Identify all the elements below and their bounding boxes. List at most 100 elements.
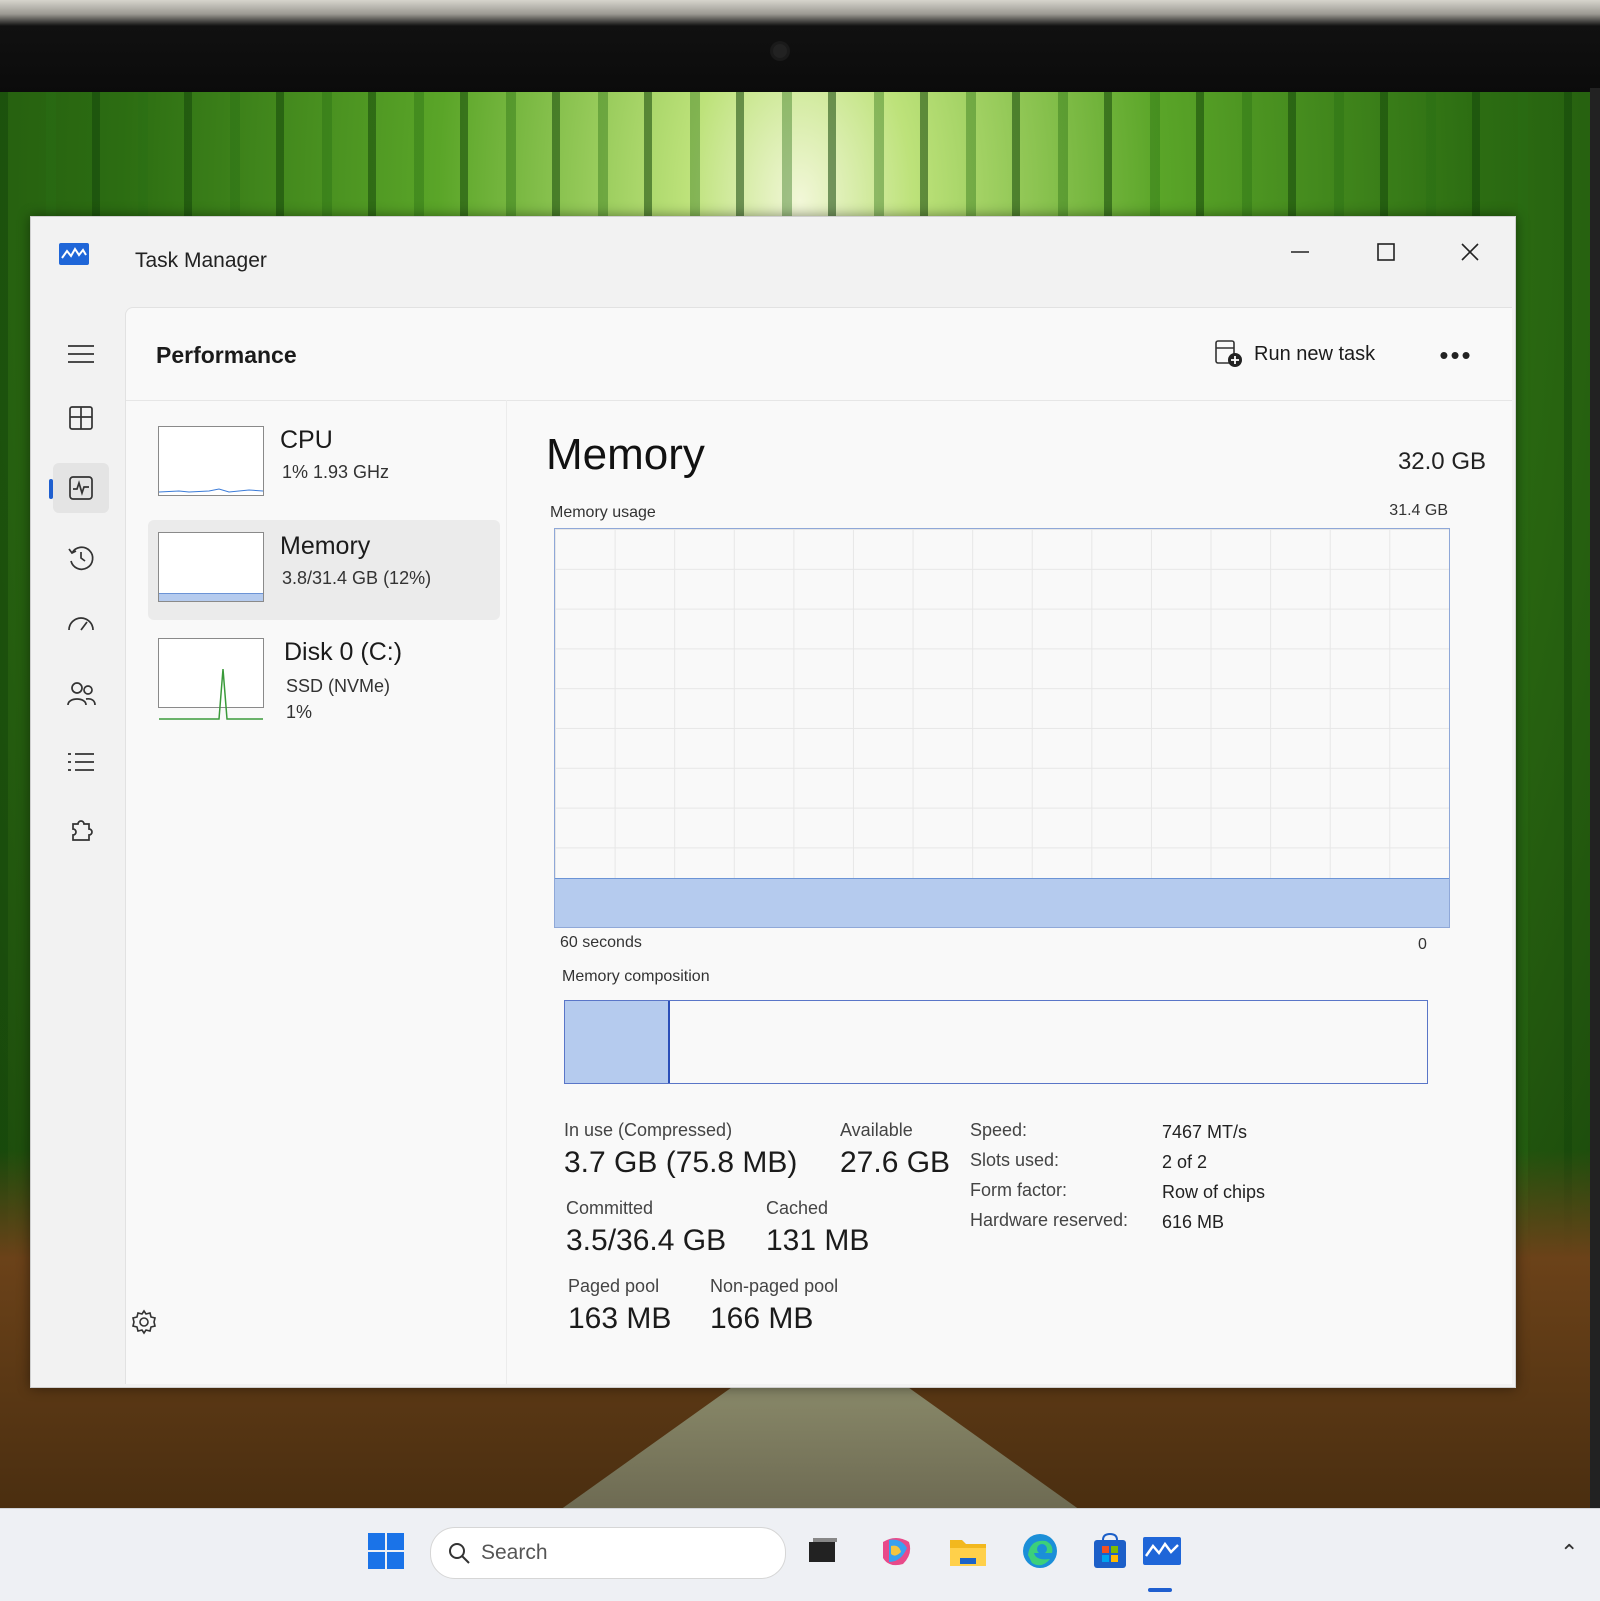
- memory-usage-max: 31.4 GB: [1389, 502, 1448, 519]
- nav-menu-button[interactable]: [53, 329, 109, 379]
- disk-thumbnail-graph: [158, 638, 264, 720]
- spec-value-slots: 2 of 2: [1162, 1152, 1208, 1172]
- copilot-icon: [883, 1538, 911, 1566]
- services-puzzle-icon: [72, 820, 93, 841]
- device-name: CPU: [280, 426, 333, 454]
- settings-button[interactable]: [127, 1305, 161, 1339]
- graph-x-right-label: 0: [1418, 936, 1427, 953]
- nav-services[interactable]: [53, 805, 109, 855]
- memory-thumbnail-graph: [158, 532, 264, 602]
- nonpaged-pool-label: Non-paged pool: [710, 1276, 839, 1296]
- graph-x-left-label: 60 seconds: [560, 934, 642, 951]
- start-button[interactable]: [364, 1529, 408, 1573]
- more-options-button[interactable]: •••: [1432, 338, 1480, 372]
- committed-value: 3.5/36.4 GB: [566, 1224, 727, 1257]
- title-bar[interactable]: Task Manager: [31, 217, 1515, 307]
- memory-panel: Memory 32.0 GB Memory usage 31.4 GB 60 s…: [546, 400, 1486, 1380]
- page-title: Performance: [156, 342, 297, 368]
- spec-key-speed: Speed:: [970, 1120, 1028, 1140]
- close-button[interactable]: [1441, 227, 1499, 277]
- system-tray-expand-button[interactable]: ⌃: [1560, 1540, 1578, 1566]
- committed-label: Committed: [566, 1198, 654, 1218]
- copilot-button[interactable]: [874, 1529, 918, 1573]
- folder-icon: [950, 1540, 986, 1566]
- spec-value-hardware-reserved: 616 MB: [1162, 1212, 1225, 1232]
- content-pane: Performance Run new task ••• CPU 1% 1.93…: [125, 307, 1512, 1384]
- search-icon: [449, 1543, 470, 1564]
- task-view-button[interactable]: [800, 1529, 844, 1573]
- memory-usage-label: Memory usage: [550, 504, 656, 521]
- window-title: Task Manager: [135, 249, 267, 272]
- task-manager-window: Task Manager Performance Run new task ••…: [30, 216, 1516, 1388]
- device-name: Disk 0 (C:): [284, 638, 403, 666]
- paged-pool-value: 163 MB: [568, 1302, 672, 1335]
- startup-speedometer-icon: [68, 617, 94, 631]
- details-list-icon: [68, 753, 94, 771]
- nav-processes[interactable]: [53, 393, 109, 443]
- active-app-indicator: [1148, 1588, 1172, 1592]
- task-view-icon: [809, 1538, 837, 1562]
- processes-icon: [69, 406, 93, 430]
- device-cpu[interactable]: CPU 1% 1.93 GHz: [148, 414, 500, 514]
- device-detail: 1% 1.93 GHz: [282, 462, 390, 482]
- memory-total: 32.0 GB: [1397, 448, 1486, 475]
- memory-usage-fill: [555, 878, 1449, 927]
- spec-key-form-factor: Form factor:: [970, 1180, 1068, 1200]
- maximize-button[interactable]: [1357, 227, 1415, 277]
- spec-key-hardware-reserved: Hardware reserved:: [970, 1210, 1129, 1230]
- edge-browser-button[interactable]: [1018, 1529, 1062, 1573]
- navigation-rail: [31, 307, 125, 1387]
- nav-users[interactable]: [53, 669, 109, 719]
- more-dots-icon: •••: [1439, 339, 1473, 370]
- memory-composition-label: Memory composition: [562, 968, 710, 985]
- maximize-icon: [1377, 243, 1395, 261]
- close-icon: [1461, 243, 1479, 261]
- device-name: Memory: [280, 532, 371, 560]
- run-new-task-label: Run new task: [1254, 342, 1376, 365]
- spec-value-speed: 7467 MT/s: [1162, 1122, 1248, 1142]
- store-icon: [1094, 1532, 1126, 1568]
- chevron-up-icon: ⌃: [1560, 1540, 1579, 1565]
- nav-startup-apps[interactable]: [53, 601, 109, 651]
- memory-composition-bar: [564, 1000, 1428, 1084]
- minimize-icon: [1291, 251, 1309, 253]
- available-label: Available: [840, 1120, 913, 1140]
- users-icon: [67, 682, 96, 706]
- nav-details[interactable]: [53, 737, 109, 787]
- task-manager-icon: [1143, 1537, 1181, 1565]
- edge-icon: [1023, 1534, 1057, 1568]
- nav-performance[interactable]: [49, 463, 109, 513]
- taskbar-search-box[interactable]: Search: [430, 1527, 786, 1579]
- microsoft-store-button[interactable]: [1088, 1529, 1132, 1573]
- run-new-task-button[interactable]: Run new task: [1214, 336, 1375, 372]
- minimize-button[interactable]: [1271, 227, 1329, 277]
- nonpaged-pool-value: 166 MB: [710, 1302, 814, 1335]
- page-header: Performance Run new task •••: [126, 308, 1512, 401]
- memory-title: Memory: [546, 430, 705, 479]
- task-manager-taskbar-button[interactable]: [1140, 1529, 1184, 1573]
- hamburger-icon: [68, 345, 94, 363]
- spec-key-slots: Slots used:: [970, 1150, 1060, 1170]
- gear-icon: [132, 1309, 156, 1335]
- task-manager-app-icon: [59, 243, 89, 265]
- device-detail-usage: 1%: [286, 702, 313, 722]
- device-list: CPU 1% 1.93 GHz Memory 3.8/31.4 GB (12%)…: [126, 400, 507, 1384]
- in-use-label: In use (Compressed): [564, 1120, 733, 1140]
- monitor-bezel: [0, 0, 1600, 92]
- history-icon: [68, 546, 94, 571]
- windows-logo-icon: [368, 1533, 404, 1569]
- device-detail: SSD (NVMe): [286, 676, 391, 696]
- cached-label: Cached: [766, 1198, 829, 1218]
- nav-app-history[interactable]: [53, 533, 109, 583]
- composition-in-use-segment[interactable]: [565, 1001, 671, 1083]
- cpu-thumbnail-graph: [158, 426, 264, 496]
- device-detail: 3.8/31.4 GB (12%): [282, 568, 432, 588]
- spec-value-form-factor: Row of chips: [1162, 1182, 1266, 1202]
- file-explorer-button[interactable]: [946, 1529, 990, 1573]
- monitor-bezel-right: [1590, 88, 1600, 1508]
- in-use-value: 3.7 GB (75.8 MB): [564, 1146, 798, 1179]
- device-memory[interactable]: Memory 3.8/31.4 GB (12%): [148, 520, 500, 620]
- device-disk[interactable]: Disk 0 (C:) SSD (NVMe) 1%: [148, 624, 500, 724]
- run-task-icon: [1215, 340, 1242, 367]
- search-placeholder: Search: [481, 1541, 548, 1564]
